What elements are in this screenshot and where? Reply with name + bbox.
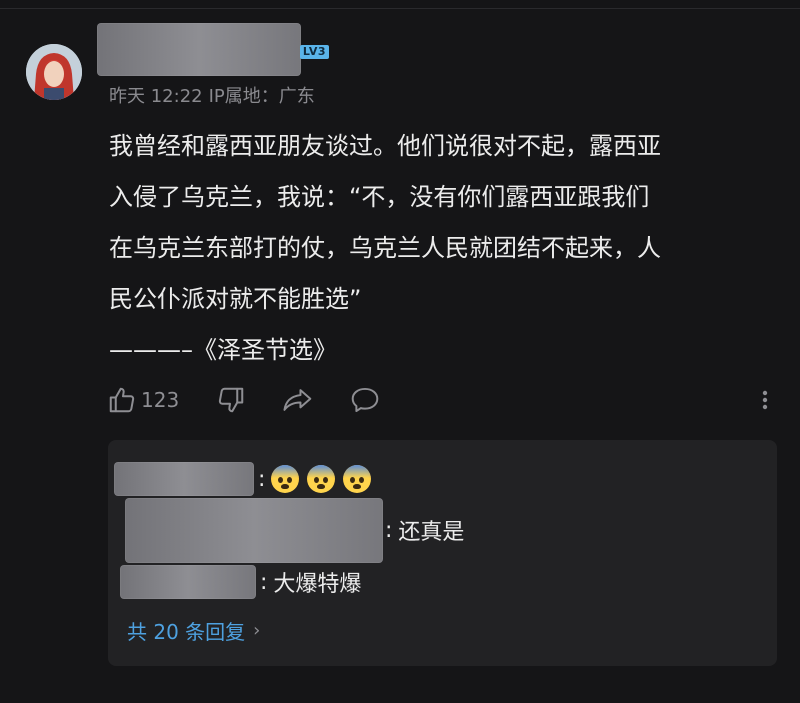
thumbs-up-icon bbox=[109, 387, 135, 413]
comment-button[interactable] bbox=[349, 382, 381, 418]
reply-text: 大爆特爆 bbox=[273, 572, 362, 597]
share-icon bbox=[283, 389, 312, 411]
reply-text: 还真是 bbox=[398, 520, 465, 545]
like-button[interactable]: 123 bbox=[107, 382, 179, 418]
view-all-replies-link[interactable]: 共 20 条回复 › bbox=[127, 616, 260, 645]
reply-username-redacted[interactable] bbox=[125, 497, 383, 563]
chevron-right-icon: › bbox=[253, 620, 261, 641]
reply-item[interactable]: : bbox=[108, 461, 379, 497]
replies-panel: : : 还真是 : 大爆特爆 共 20 条回复 › bbox=[108, 440, 777, 666]
level-badge: LV3 bbox=[300, 45, 329, 59]
post-time: 昨天 12:22 bbox=[109, 86, 203, 107]
avatar-image bbox=[26, 44, 82, 100]
top-divider bbox=[0, 8, 800, 9]
reply-username-redacted[interactable] bbox=[114, 462, 254, 496]
post-meta: 昨天 12:22 IP属地：广东 bbox=[109, 82, 321, 108]
avatar[interactable] bbox=[26, 44, 82, 100]
username-redacted[interactable] bbox=[97, 23, 301, 76]
fearful-face-emoji-icon bbox=[307, 465, 336, 493]
content-line: 我曾经和露西亚朋友谈过。他们说很对不起，露西亚 bbox=[109, 132, 661, 160]
content-line: ———–《泽圣节选》 bbox=[109, 336, 337, 364]
more-vertical-icon bbox=[762, 390, 768, 410]
fearful-face-emoji-icon bbox=[343, 465, 372, 493]
dislike-button[interactable] bbox=[216, 382, 246, 418]
comment-icon bbox=[351, 387, 379, 413]
reply-colon: : bbox=[260, 569, 268, 595]
thumbs-down-icon bbox=[218, 387, 244, 413]
reply-username-redacted[interactable] bbox=[120, 565, 256, 599]
comment-content: 我曾经和露西亚朋友谈过。他们说很对不起，露西亚 入侵了乌克兰，我说：“不，没有你… bbox=[109, 121, 774, 376]
reply-colon: : bbox=[258, 466, 266, 492]
action-bar: 123 bbox=[107, 382, 787, 418]
content-line: 在乌克兰东部打的仗，乌克兰人民就团结不起来，人 bbox=[109, 234, 661, 262]
like-count: 123 bbox=[141, 388, 180, 412]
reply-colon: : bbox=[385, 517, 393, 543]
view-all-replies-label: 共 20 条回复 bbox=[127, 620, 246, 644]
content-line: 民公仆派对就不能胜选” bbox=[109, 285, 362, 313]
reply-item[interactable]: : 还真是 bbox=[108, 496, 464, 564]
ip-label: IP属地： bbox=[208, 86, 279, 107]
fearful-face-emoji-icon bbox=[271, 465, 300, 493]
ip-location: 广东 bbox=[278, 86, 315, 107]
content-line: 入侵了乌克兰，我说：“不，没有你们露西亚跟我们 bbox=[109, 183, 650, 211]
more-options-button[interactable] bbox=[755, 382, 775, 418]
share-button[interactable] bbox=[282, 382, 314, 418]
reply-item[interactable]: : 大爆特爆 bbox=[108, 564, 361, 600]
